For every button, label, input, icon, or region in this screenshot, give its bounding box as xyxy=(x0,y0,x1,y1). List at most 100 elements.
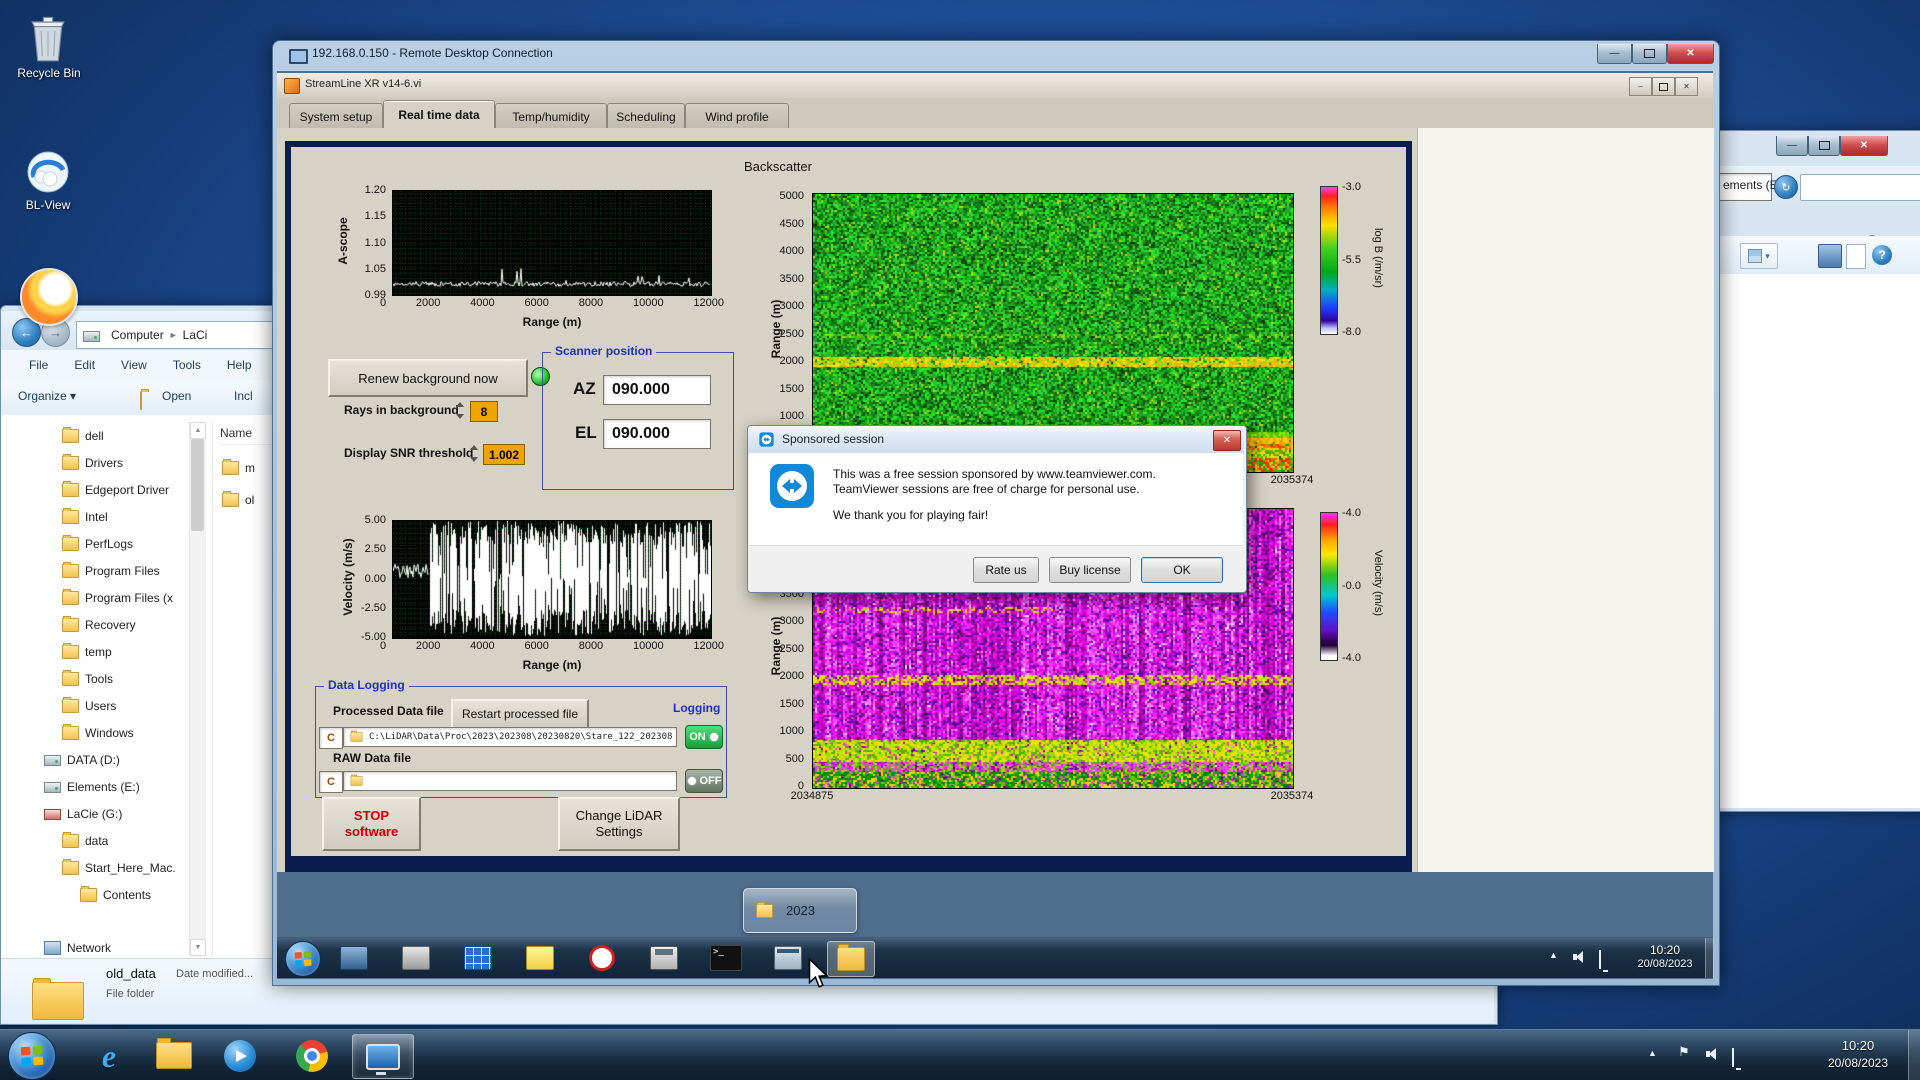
chrome-taskbar-button[interactable] xyxy=(286,1034,338,1077)
list-item[interactable]: ol xyxy=(216,484,272,516)
right-window-maximize-button[interactable] xyxy=(1808,136,1840,156)
remote-show-desktop-button[interactable] xyxy=(1705,938,1714,978)
app-minimize-button[interactable]: – xyxy=(1629,77,1652,96)
action-center-flag-icon[interactable]: ⚑ xyxy=(1678,1044,1690,1060)
tree-item-lacie-g-[interactable]: LaCie (G:) xyxy=(8,800,188,827)
menu-help[interactable]: Help xyxy=(227,358,252,372)
remote-network-icon[interactable] xyxy=(1599,950,1601,969)
tree-item-network[interactable]: Network xyxy=(8,934,188,956)
menu-edit[interactable]: Edit xyxy=(74,358,95,372)
start-button[interactable] xyxy=(8,1032,56,1080)
tree-item-temp[interactable]: temp xyxy=(8,638,188,665)
stop-software-button[interactable]: STOP software xyxy=(322,797,421,851)
remote-taskbar-button-scan[interactable] xyxy=(765,941,811,975)
tree-item-tools[interactable]: Tools xyxy=(8,665,188,692)
renew-background-button[interactable]: Renew background now xyxy=(328,359,528,397)
clock-date[interactable]: 20/08/2023 xyxy=(1806,1056,1910,1070)
explorer-taskbar-button[interactable] xyxy=(148,1034,200,1077)
name-column-header[interactable]: Name xyxy=(220,426,272,445)
rdp-taskbar-button[interactable] xyxy=(352,1034,414,1079)
rays-value-field[interactable]: 8 xyxy=(470,401,498,422)
menu-tools[interactable]: Tools xyxy=(173,358,201,372)
tab-wind-profile[interactable]: Wind profile xyxy=(685,103,789,129)
tree-item-windows[interactable]: Windows xyxy=(8,719,188,746)
organize-button[interactable]: Organize ▾ xyxy=(18,389,76,403)
remote-taskbar-button-terminal[interactable]: >_ xyxy=(703,941,749,975)
tree-item-intel[interactable]: Intel xyxy=(8,503,188,530)
tree-item-edgeport-driver[interactable]: Edgeport Driver xyxy=(8,476,188,503)
ie-taskbar-button[interactable]: e xyxy=(84,1034,134,1077)
scrollbar-thumb[interactable] xyxy=(191,439,204,531)
raw-logging-toggle[interactable]: OFF xyxy=(685,769,723,793)
tree-item-program-files[interactable]: Program Files xyxy=(8,557,188,584)
remote-taskbar-button-app-gray[interactable] xyxy=(393,941,439,975)
taskbar-button-2023[interactable]: 2023 xyxy=(743,888,857,933)
change-lidar-settings-button[interactable]: Change LiDAR Settings xyxy=(558,797,680,851)
selected-file-name[interactable]: old_data xyxy=(106,966,156,981)
remote-taskbar-button-app-blue[interactable] xyxy=(331,941,377,975)
browser-logo-icon[interactable] xyxy=(20,268,78,326)
right-window-minimize-button[interactable]: — xyxy=(1776,136,1808,156)
tab-system-setup[interactable]: System setup xyxy=(289,103,383,129)
scroll-up-icon[interactable]: ▲ xyxy=(190,422,206,439)
tree-item-dell[interactable]: dell xyxy=(8,422,188,449)
breadcrumb-root[interactable]: Computer xyxy=(111,328,164,342)
tree-scrollbar[interactable]: ▲ ▼ xyxy=(189,422,206,956)
raw-path-field[interactable] xyxy=(343,771,677,791)
rays-spinner[interactable] xyxy=(456,402,465,419)
app-close-button[interactable]: ✕ xyxy=(1675,77,1698,96)
tab-temp-humidity[interactable]: Temp/humidity xyxy=(495,103,607,129)
breadcrumb[interactable]: Computer ► LaCi xyxy=(76,321,282,349)
tree-item-data-d-[interactable]: DATA (D:) xyxy=(8,746,188,773)
remote-taskbar-button-grid[interactable] xyxy=(455,941,501,975)
right-window-close-button[interactable]: ✕ xyxy=(1840,136,1888,156)
list-item[interactable]: m xyxy=(216,452,272,484)
rdp-restore-button[interactable] xyxy=(1632,44,1667,64)
new-item-icon[interactable] xyxy=(1846,244,1866,269)
show-desktop-button[interactable] xyxy=(1908,1030,1920,1080)
app-restore-button[interactable] xyxy=(1652,77,1675,96)
tree-item-recovery[interactable]: Recovery xyxy=(8,611,188,638)
tree-item-perflogs[interactable]: PerfLogs xyxy=(8,530,188,557)
processed-logging-toggle[interactable]: ON xyxy=(685,725,723,749)
remote-taskbar-button-power[interactable] xyxy=(579,941,625,975)
processed-drive-selector[interactable]: C xyxy=(319,727,343,749)
menu-file[interactable]: File xyxy=(29,358,48,372)
rdp-close-button[interactable]: ✕ xyxy=(1667,44,1714,64)
az-value-field[interactable]: 090.000 xyxy=(603,375,711,405)
scroll-down-icon[interactable]: ▼ xyxy=(190,939,206,956)
remote-clock-time[interactable]: 10:20 xyxy=(1629,943,1701,957)
restart-processed-file-button[interactable]: Restart processed file xyxy=(451,699,589,729)
include-button[interactable]: Incl xyxy=(234,389,253,403)
tree-item-program-files-x[interactable]: Program Files (x xyxy=(8,584,188,611)
tab-real-time-data[interactable]: Real time data xyxy=(383,100,495,129)
remote-clock-date[interactable]: 20/08/2023 xyxy=(1623,958,1707,970)
raw-drive-selector[interactable]: C xyxy=(319,771,343,793)
wmp-taskbar-button[interactable] xyxy=(214,1034,266,1077)
tree-item-elements-e-[interactable]: Elements (E:) xyxy=(8,773,188,800)
network-icon[interactable] xyxy=(1732,1048,1734,1067)
help-icon[interactable]: ? xyxy=(1872,245,1892,265)
tree-item-data[interactable]: data xyxy=(8,827,188,854)
ok-button[interactable]: OK xyxy=(1141,557,1223,583)
snr-spinner[interactable] xyxy=(470,445,479,462)
remote-taskbar-button-note[interactable] xyxy=(517,941,563,975)
tree-item-contents[interactable]: Contents xyxy=(8,881,188,908)
open-button[interactable]: Open xyxy=(162,389,191,403)
tree-item-users[interactable]: Users xyxy=(8,692,188,719)
layout-dropdown-icon[interactable]: ▾ xyxy=(1740,243,1778,269)
remote-chevron-up-icon[interactable]: ▲ xyxy=(1549,950,1558,960)
recycle-bin-icon[interactable] xyxy=(26,14,70,62)
chevron-up-icon[interactable]: ▲ xyxy=(1648,1048,1657,1058)
remote-taskbar-button-folder[interactable] xyxy=(827,941,875,977)
rate-us-button[interactable]: Rate us xyxy=(973,557,1039,583)
preview-pane-icon[interactable] xyxy=(1818,244,1842,268)
menu-view[interactable]: View xyxy=(121,358,147,372)
buy-license-button[interactable]: Buy license xyxy=(1049,557,1131,583)
dialog-close-button[interactable]: ✕ xyxy=(1213,430,1241,451)
tree-item-drivers[interactable]: Drivers xyxy=(8,449,188,476)
snr-value-field[interactable]: 1.002 xyxy=(483,444,525,465)
breadcrumb-current[interactable]: LaCi xyxy=(183,328,208,342)
bl-view-icon[interactable] xyxy=(26,150,70,194)
tree-item-start-here-mac-[interactable]: Start_Here_Mac. xyxy=(8,854,188,881)
